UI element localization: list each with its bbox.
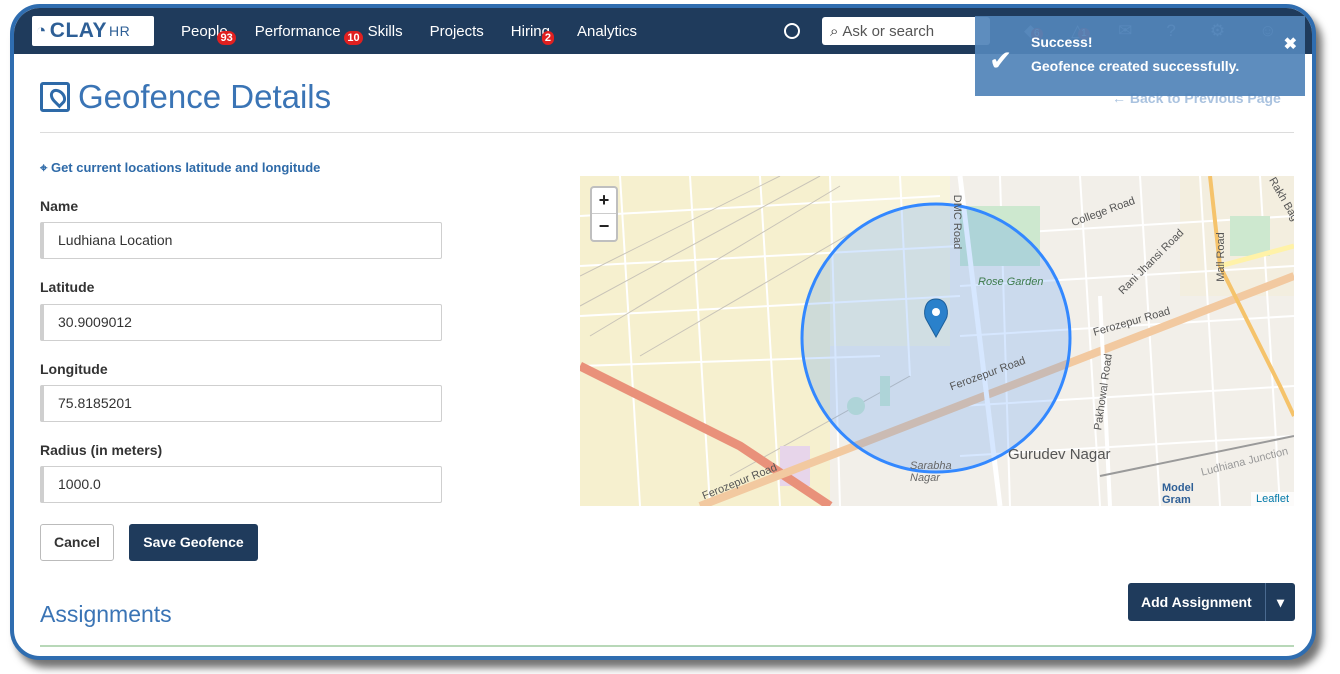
radius-field[interactable]: 1000.0 <box>40 466 442 503</box>
nav-hiring-badge: 2 <box>541 30 554 45</box>
zoom-out-button[interactable]: − <box>592 214 616 240</box>
page-title: Geofence Details <box>78 78 332 115</box>
add-assignment-button[interactable]: Add Assignment ▾ <box>1128 583 1295 621</box>
name-label: Name <box>40 198 79 214</box>
get-location-link[interactable]: ⌖ Get current locations latitude and lon… <box>40 160 320 176</box>
toast-message: Geofence created successfully. <box>1031 58 1240 74</box>
map-pin-icon <box>40 82 70 112</box>
clock-icon[interactable] <box>784 23 800 39</box>
map-label-sarabha-nagar: Sarabha Nagar <box>910 460 952 484</box>
nav-projects-label: Projects <box>429 22 484 40</box>
nav-analytics-label: Analytics <box>576 22 638 40</box>
latitude-field[interactable]: 30.9009012 <box>40 304 442 341</box>
search-box[interactable]: ⌕ Ask or search <box>822 17 990 45</box>
latitude-label: Latitude <box>40 279 95 295</box>
success-toast: ✔ ✖ Success! Geofence created successful… <box>975 16 1305 96</box>
map-attribution[interactable]: Leaflet <box>1250 492 1294 506</box>
assignments-table-top <box>40 645 1294 647</box>
map-label-dmc-road: DMC Road <box>951 194 964 250</box>
logo-suffix: HR <box>109 23 131 39</box>
nav-hiring[interactable]: Hiring 2 <box>511 23 554 45</box>
logo-mark-icon: ◔ <box>36 21 47 40</box>
zoom-in-button[interactable]: + <box>592 188 616 214</box>
nav-analytics[interactable]: Analytics <box>577 23 637 40</box>
name-field[interactable]: Ludhiana Location <box>40 222 442 259</box>
close-icon[interactable]: ✖ <box>1284 34 1297 54</box>
chevron-down-icon[interactable]: ▾ <box>1265 583 1295 621</box>
assignments-title: Assignments <box>40 601 172 627</box>
toast-title: Success! <box>1031 34 1093 50</box>
search-icon: ⌕ <box>830 22 839 40</box>
nav-projects[interactable]: Projects <box>430 23 484 40</box>
nav-people-badge: 93 <box>217 30 236 45</box>
add-assignment-label: Add Assignment <box>1141 594 1252 610</box>
map-zoom-control: + − <box>590 186 618 242</box>
clayhr-logo[interactable]: ◔ CLAY HR <box>32 16 154 46</box>
longitude-label: Longitude <box>40 361 108 377</box>
location-pin-icon: ⌖ <box>40 160 48 175</box>
nav-skills-label: Skills <box>367 22 403 40</box>
logo-text: CLAY <box>49 19 108 42</box>
page-header: Geofence Details <box>40 78 331 116</box>
check-icon: ✔ <box>989 45 1013 76</box>
nav-performance[interactable]: Performance 10 <box>254 22 363 45</box>
header-divider <box>40 132 1294 133</box>
map-label-gurudev-nagar: Gurudev Nagar <box>1008 446 1111 463</box>
nav-people[interactable]: People 93 <box>181 23 236 45</box>
nav-performance-badge: 10 <box>344 30 363 45</box>
get-location-label: Get current locations latitude and longi… <box>50 160 321 175</box>
search-placeholder: Ask or search <box>842 22 935 40</box>
nav-performance-label: Performance <box>254 22 341 40</box>
map-tiles <box>580 176 1294 506</box>
radius-label: Radius (in meters) <box>40 442 163 458</box>
nav-skills[interactable]: Skills <box>368 23 403 40</box>
cancel-button[interactable]: Cancel <box>40 524 114 561</box>
app-frame: ◔ CLAY HR People 93 Performance 10 Skill… <box>10 4 1316 660</box>
map-label-mall-road: Mall Road <box>1214 232 1227 282</box>
map-label-model-gram: Model Gram <box>1162 482 1194 506</box>
geofence-map[interactable]: College Road Rani Jhansi Road Mall Road … <box>580 176 1294 506</box>
save-geofence-button[interactable]: Save Geofence <box>129 524 258 561</box>
longitude-field[interactable]: 75.8185201 <box>40 385 442 422</box>
map-label-rose-garden: Rose Garden <box>978 276 1044 288</box>
